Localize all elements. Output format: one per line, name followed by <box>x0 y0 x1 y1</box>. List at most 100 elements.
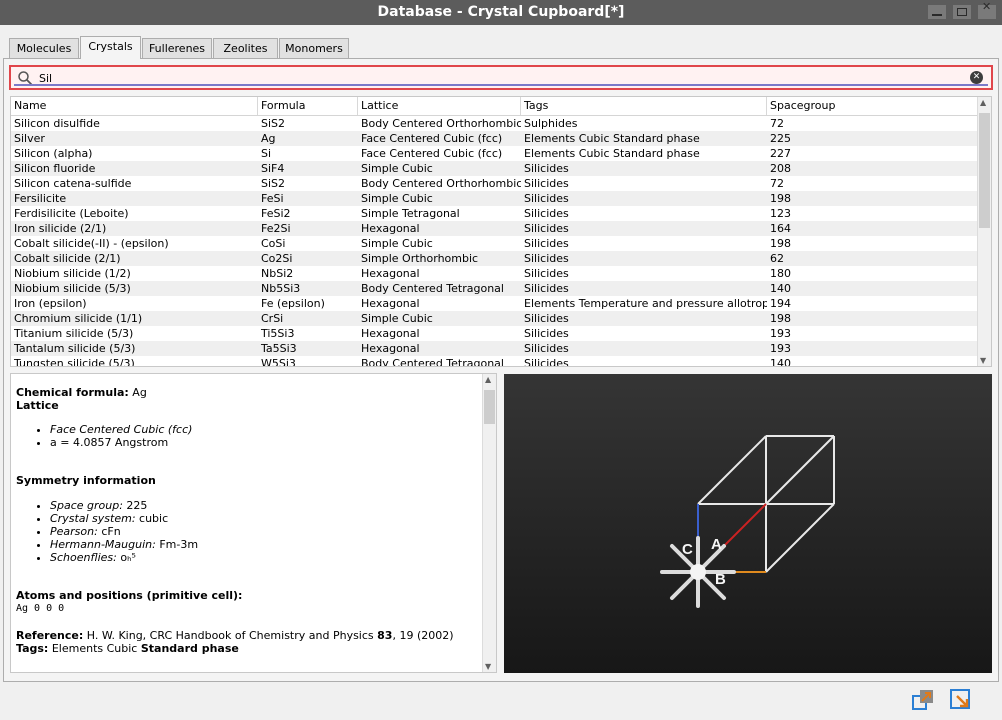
column-header-tags[interactable]: Tags <box>521 97 767 115</box>
cell-tags: Silicides <box>524 342 569 355</box>
chemical-formula-value: Ag <box>132 386 147 399</box>
table-row[interactable]: Chromium silicide (1/1) CrSi Simple Cubic S… <box>11 311 979 326</box>
cell-name: Silicon disulfide <box>14 117 100 130</box>
search-focus-underline <box>14 84 988 86</box>
tab-crystals[interactable]: Crystals <box>80 36 141 59</box>
cell-tags: Silicides <box>524 267 569 280</box>
table-row[interactable]: Silicon fluoride SiF4 Simple Cubic Silicide… <box>11 161 979 176</box>
cell-spacegroup: 193 <box>770 342 791 355</box>
table-row[interactable]: Niobium silicide (1/2) NbSi2 Hexagonal Sili… <box>11 266 979 281</box>
minimize-button[interactable] <box>928 5 946 19</box>
table-row[interactable]: Cobalt silicide (2/1) Co2Si Simple Orthorh… <box>11 251 979 266</box>
cell-tags: Silicides <box>524 312 569 325</box>
cell-formula: SiS2 <box>261 117 286 130</box>
cell-formula: SiS2 <box>261 177 286 190</box>
axis-label-a: A <box>711 536 722 553</box>
column-header-formula[interactable]: Formula <box>258 97 358 115</box>
search-box: ✕ <box>9 65 993 90</box>
table-row[interactable]: Fersilicite FeSi Simple Cubic Silicides 198 <box>11 191 979 206</box>
details-scrollbar[interactable]: ▲ ▼ <box>482 374 496 672</box>
scroll-down-icon[interactable]: ▼ <box>485 662 491 671</box>
cell-name: Chromium silicide (1/1) <box>14 312 143 325</box>
open-external-icon[interactable] <box>911 688 935 712</box>
schoenflies-item: Schoenflies: oₕ⁵ <box>50 551 454 564</box>
table-row[interactable]: Tantalum silicide (5/3) Ta5Si3 Hexagonal Si… <box>11 341 979 356</box>
pearson-item: Pearson: cFn <box>50 525 454 538</box>
tab-zeolites[interactable]: Zeolites <box>213 38 278 58</box>
cell-lattice: Hexagonal <box>361 222 420 235</box>
cell-spacegroup: 62 <box>770 252 784 265</box>
table-row[interactable]: Niobium silicide (5/3) Nb5Si3 Body Centere… <box>11 281 979 296</box>
cell-tags: Elements Temperature and pressure allotr… <box>524 297 767 310</box>
column-header-name[interactable]: Name <box>11 97 258 115</box>
cell-name: Cobalt silicide(-II) - (epsilon) <box>14 237 169 250</box>
cell-name: Niobium silicide (1/2) <box>14 267 131 280</box>
table-row[interactable]: Iron (epsilon) Fe (epsilon) Hexagonal Eleme… <box>11 296 979 311</box>
cell-formula: Nb5Si3 <box>261 282 301 295</box>
table-row[interactable]: Silicon (alpha) Si Face Centered Cubic (fc… <box>11 146 979 161</box>
cell-name: Silver <box>14 132 45 145</box>
details-content: Chemical formula: Ag Lattice Face Center… <box>16 386 454 655</box>
space-group-label: Space group: <box>50 499 123 512</box>
tab-monomers[interactable]: Monomers <box>279 38 349 58</box>
table-row[interactable]: Silicon disulfide SiS2 Body Centered Ortho… <box>11 116 979 131</box>
cell-tags: Silicides <box>524 327 569 340</box>
cell-tags: Silicides <box>524 177 569 190</box>
table-row[interactable]: Ferdisilicite (Leboite) FeSi2 Simple Tetra… <box>11 206 979 221</box>
column-header-spacegroup[interactable]: Spacegroup <box>767 97 979 115</box>
cell-tags: Silicides <box>524 162 569 175</box>
scroll-down-icon[interactable]: ▼ <box>980 356 986 365</box>
cell-tags: Silicides <box>524 252 569 265</box>
cell-tags: Silicides <box>524 222 569 235</box>
hermann-mauguin-value: Fm-3m <box>159 538 199 551</box>
silver-atom[interactable] <box>690 564 706 580</box>
tab-fullerenes[interactable]: Fullerenes <box>142 38 212 58</box>
clear-icon[interactable]: ✕ <box>970 71 983 84</box>
table-scrollbar[interactable]: ▲ ▼ <box>977 97 991 366</box>
cell-lattice: Body Centered Orthorhombic <box>361 117 521 130</box>
tab-molecules[interactable]: Molecules <box>9 38 79 58</box>
scroll-up-icon[interactable]: ▲ <box>980 98 986 107</box>
details-panel: Chemical formula: Ag Lattice Face Center… <box>10 373 497 673</box>
cell-tags: Silicides <box>524 207 569 220</box>
cell-formula: NbSi2 <box>261 267 294 280</box>
table-scroll-thumb[interactable] <box>979 113 990 228</box>
cell-formula: CoSi <box>261 237 286 250</box>
cell-formula: SiF4 <box>261 162 285 175</box>
window-title: Database - Crystal Cupboard[*] <box>377 4 625 20</box>
cell-lattice: Face Centered Cubic (fcc) <box>361 132 503 145</box>
cell-lattice: Simple Tetragonal <box>361 207 460 220</box>
scroll-up-icon[interactable]: ▲ <box>485 375 491 384</box>
cell-name: Niobium silicide (5/3) <box>14 282 131 295</box>
cell-spacegroup: 198 <box>770 192 791 205</box>
cell-lattice: Hexagonal <box>361 327 420 340</box>
cell-tags: Elements Cubic Standard phase <box>524 132 700 145</box>
crystal-table: Name Formula Lattice Tags Spacegroup Sil… <box>10 96 992 367</box>
cell-tags: Silicides <box>524 282 569 295</box>
table-row[interactable]: Silicon catena-sulfide SiS2 Body Centered … <box>11 176 979 191</box>
cell-lattice: Hexagonal <box>361 267 420 280</box>
cell-formula: Si <box>261 147 272 160</box>
cell-name: Ferdisilicite (Leboite) <box>14 207 129 220</box>
table-row[interactable]: Titanium silicide (5/3) Ti5Si3 Hexagonal Si… <box>11 326 979 341</box>
cell-name: Silicon fluoride <box>14 162 96 175</box>
space-group-value: 225 <box>126 499 148 512</box>
cell-tags: Elements Cubic Standard phase <box>524 147 700 160</box>
table-row[interactable]: Silver Ag Face Centered Cubic (fcc) Element… <box>11 131 979 146</box>
details-scroll-thumb[interactable] <box>484 390 495 424</box>
table-row[interactable]: Tungsten silicide (5/3) W5Si3 Body Centere… <box>11 356 979 366</box>
close-button[interactable] <box>978 0 996 19</box>
column-header-lattice[interactable]: Lattice <box>358 97 521 115</box>
cell-lattice: Simple Orthorhombic <box>361 252 479 265</box>
cell-lattice: Face Centered Cubic (fcc) <box>361 147 503 160</box>
cell-spacegroup: 72 <box>770 117 784 130</box>
maximize-button[interactable] <box>953 5 971 19</box>
table-row[interactable]: Cobalt silicide(-II) - (epsilon) CoSi Simp… <box>11 236 979 251</box>
unit-cell-drawing: C A B <box>660 435 835 608</box>
structure-viewer[interactable]: C A B <box>504 374 992 673</box>
cell-name: Iron silicide (2/1) <box>14 222 107 235</box>
cell-spacegroup: 227 <box>770 147 791 160</box>
table-row[interactable]: Iron silicide (2/1) Fe2Si Hexagonal Silicid… <box>11 221 979 236</box>
export-icon[interactable] <box>949 688 973 712</box>
cell-formula: Ti5Si3 <box>261 327 295 340</box>
